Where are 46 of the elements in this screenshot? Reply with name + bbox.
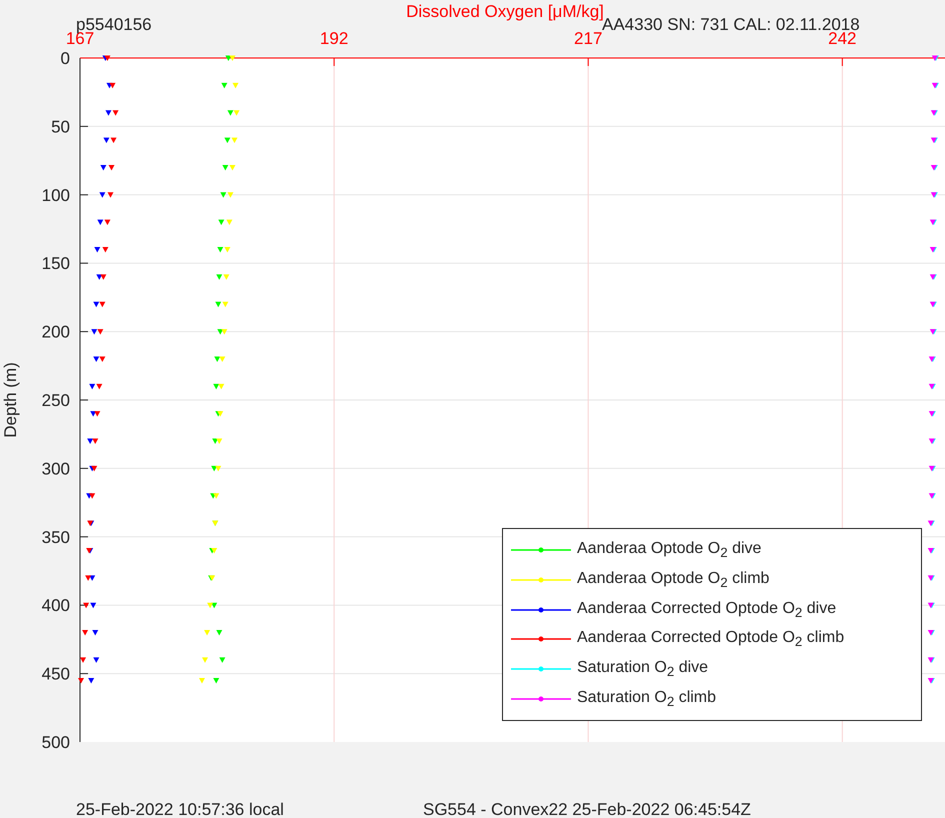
tick-label: 400 <box>42 596 70 616</box>
data-point <box>99 192 106 198</box>
data-point <box>226 220 232 226</box>
tick-label: 500 <box>42 733 70 752</box>
legend-label: Aanderaa Corrected Optode O$_{2}$ dive <box>577 600 836 620</box>
data-point <box>92 630 98 636</box>
data-point <box>232 82 239 88</box>
data-point <box>218 220 224 226</box>
legend-label: Aanderaa Optode O$_{2}$ dive <box>577 540 762 560</box>
tick-label: 217 <box>574 29 602 48</box>
tick-label: 150 <box>42 254 70 274</box>
axis-title: Depth (m) <box>1 362 20 438</box>
tick-label: 242 <box>828 29 857 48</box>
data-point <box>94 247 100 253</box>
data-point <box>202 657 208 663</box>
tick-label: 192 <box>320 29 348 48</box>
data-point <box>216 630 222 636</box>
timestamp-label: 25-Feb-2022 10:57:36 local <box>76 800 284 818</box>
tick-label: 0 <box>60 49 70 68</box>
data-point <box>108 164 114 170</box>
legend-label: Aanderaa Corrected Optode O$_{2}$ climb <box>577 629 844 650</box>
data-point <box>198 678 205 684</box>
data-point <box>108 192 114 198</box>
data-point <box>82 630 88 636</box>
mission-label: SG554 - Convex22 25-Feb-2022 06:45:54Z <box>423 800 751 818</box>
tick-label: 100 <box>42 186 70 205</box>
data-point <box>100 164 106 170</box>
data-point <box>204 630 210 636</box>
tick-label: 300 <box>42 459 70 478</box>
tick-label: 250 <box>42 391 70 410</box>
data-point <box>221 82 228 88</box>
tick-label: 50 <box>51 117 70 136</box>
legend-label: Saturation O$_{2}$ dive <box>577 659 708 680</box>
data-point <box>78 678 84 684</box>
tick-label: 200 <box>42 322 70 342</box>
data-point <box>88 678 94 684</box>
legend-label: Aanderaa Optode O$_{2}$ climb <box>577 570 770 590</box>
tick-label: 450 <box>42 664 70 684</box>
legend-label: Saturation O$_{2}$ climb <box>577 688 716 710</box>
data-point <box>219 657 226 663</box>
data-point <box>213 678 220 684</box>
data-point <box>93 657 100 663</box>
chart-title: Dissolved Oxygen [μM/kg] <box>406 2 604 21</box>
data-point <box>80 657 86 663</box>
tick-label: 350 <box>42 528 70 547</box>
data-point <box>102 247 108 253</box>
